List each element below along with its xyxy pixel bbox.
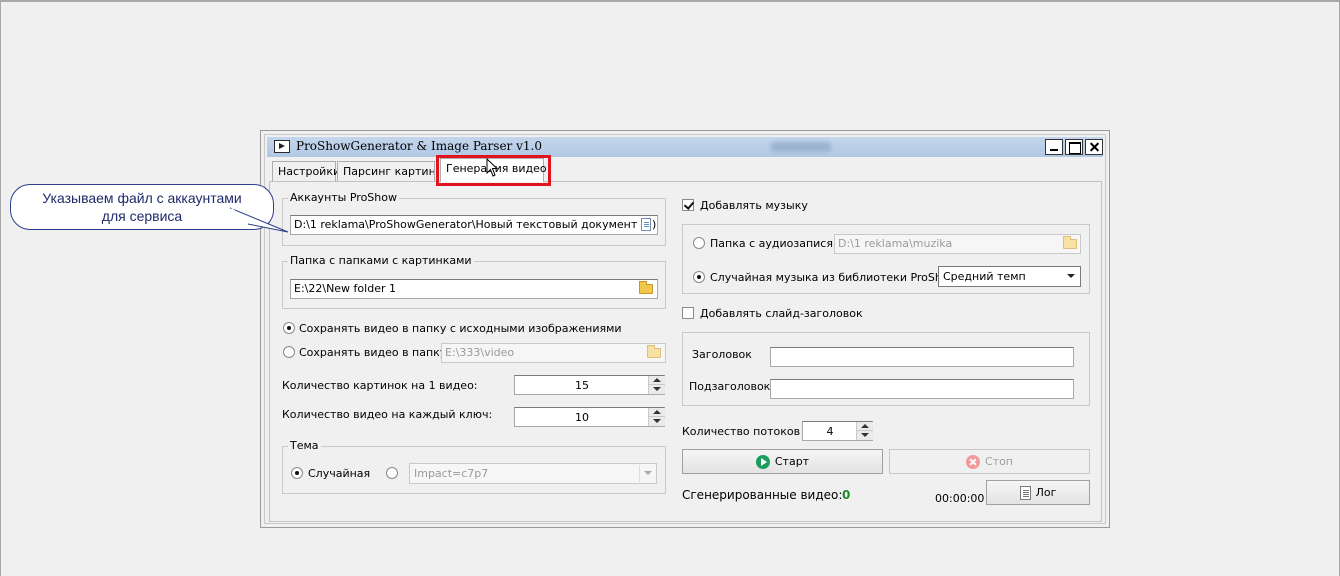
theme-select-value: Impact=c7p7	[414, 467, 489, 480]
theme-specific-radio[interactable]	[386, 467, 398, 479]
callout-line-1: Указываем файл с аккаунтами	[42, 190, 242, 206]
tempo-select-value: Средний темп	[943, 270, 1026, 283]
images-per-video-value: 15	[575, 379, 589, 392]
generated-videos-count: 0	[842, 488, 851, 502]
accounts-legend: Аккаунты ProShow	[288, 191, 399, 204]
close-button[interactable]	[1085, 139, 1103, 155]
spinner-buttons	[856, 422, 873, 440]
spin-down-icon[interactable]	[857, 431, 873, 440]
audio-folder-radio[interactable]	[693, 237, 705, 249]
tab-settings[interactable]: Настройки	[272, 161, 340, 182]
tempo-select[interactable]: Средний темп	[938, 266, 1081, 287]
theme-random-radio[interactable]	[291, 467, 303, 479]
add-slide-title-checkbox[interactable]	[682, 307, 694, 319]
blurred-text	[771, 142, 831, 152]
folder-icon[interactable]	[639, 281, 653, 294]
threads-spinner[interactable]: 4	[802, 421, 873, 441]
theme-select[interactable]: Impact=c7p7	[409, 463, 657, 484]
browse-file-icon[interactable]	[641, 218, 651, 231]
add-music-label: Добавлять музыку	[700, 199, 808, 212]
chevron-down-icon	[1063, 268, 1079, 285]
threads-label: Количество потоков	[682, 425, 801, 438]
spin-up-icon[interactable]	[649, 408, 665, 417]
chevron-down-icon	[639, 465, 655, 482]
tab-image-parsing[interactable]: Парсинг картинок	[337, 161, 435, 182]
theme-legend: Тема	[288, 439, 321, 452]
add-music-checkbox[interactable]	[682, 199, 694, 211]
window-title: ProShowGenerator & Image Parser v1.0	[296, 139, 542, 153]
spinner-buttons	[648, 408, 665, 426]
spin-down-icon[interactable]	[649, 417, 665, 426]
videos-per-key-spinner[interactable]: 10	[514, 407, 665, 427]
save-same-folder-radio[interactable]	[283, 322, 295, 334]
folder-icon[interactable]	[647, 345, 661, 358]
library-music-radio[interactable]	[693, 271, 705, 283]
start-button-label: Старт	[774, 455, 810, 468]
videos-per-key-label: Количество видео на каждый ключ:	[282, 408, 493, 421]
spinner-buttons	[648, 376, 665, 394]
generated-videos-label: Сгенерированные видео:	[682, 488, 843, 502]
mouse-cursor-icon	[486, 158, 498, 177]
save-same-folder-label: Сохранять видео в папку с исходными изоб…	[299, 322, 622, 335]
log-button-label: Лог	[1035, 486, 1057, 499]
subtitle-label: Подзаголовок	[689, 380, 771, 393]
videos-per-key-value: 10	[575, 411, 589, 424]
theme-random-label: Случайная	[308, 467, 371, 480]
callout-tail	[230, 207, 289, 233]
image-folders-input[interactable]: E:\22\New folder 1	[290, 279, 658, 299]
save-custom-folder-radio[interactable]	[283, 346, 295, 358]
title-input[interactable]	[770, 347, 1074, 367]
audio-folder-label: Папка с аудиозаписями	[710, 237, 849, 250]
audio-folder-input[interactable]: D:\1 reklama\muzika	[834, 234, 1081, 254]
stop-button-label: Стоп	[984, 455, 1013, 468]
accounts-file-input[interactable]: D:\1 reklama\ProShowGenerator\Новый текс…	[290, 215, 658, 235]
library-music-label: Случайная музыка из библиотеки ProShow	[710, 271, 958, 284]
title-label: Заголовок	[692, 348, 752, 361]
custom-folder-input[interactable]: E:\333\video	[441, 343, 666, 363]
maximize-button[interactable]	[1065, 139, 1083, 155]
log-button[interactable]: Лог	[986, 480, 1090, 505]
folder-icon[interactable]	[1063, 236, 1077, 249]
image-folders-legend: Папка с папками с картинками	[288, 254, 474, 267]
timer-display: 00:00:00	[935, 492, 985, 505]
stop-icon	[965, 454, 980, 469]
minimize-button[interactable]	[1045, 139, 1063, 155]
images-per-video-spinner[interactable]: 15	[514, 375, 665, 395]
spin-up-icon[interactable]	[857, 422, 873, 431]
threads-value: 4	[826, 425, 834, 438]
spin-down-icon[interactable]	[649, 385, 665, 394]
app-icon	[274, 140, 290, 153]
images-per-video-label: Количество картинок на 1 видео:	[282, 379, 478, 392]
save-custom-folder-label: Сохранять видео в папку	[299, 346, 447, 359]
title-bar[interactable]: ProShowGenerator & Image Parser v1.0	[267, 137, 1103, 157]
stop-button[interactable]: Стоп	[889, 449, 1090, 474]
start-button[interactable]: Старт	[682, 449, 883, 474]
log-icon	[1019, 485, 1031, 500]
spin-up-icon[interactable]	[649, 376, 665, 385]
add-slide-title-label: Добавлять слайд-заголовок	[700, 307, 863, 320]
subtitle-input[interactable]	[770, 379, 1074, 399]
play-icon	[755, 454, 770, 469]
